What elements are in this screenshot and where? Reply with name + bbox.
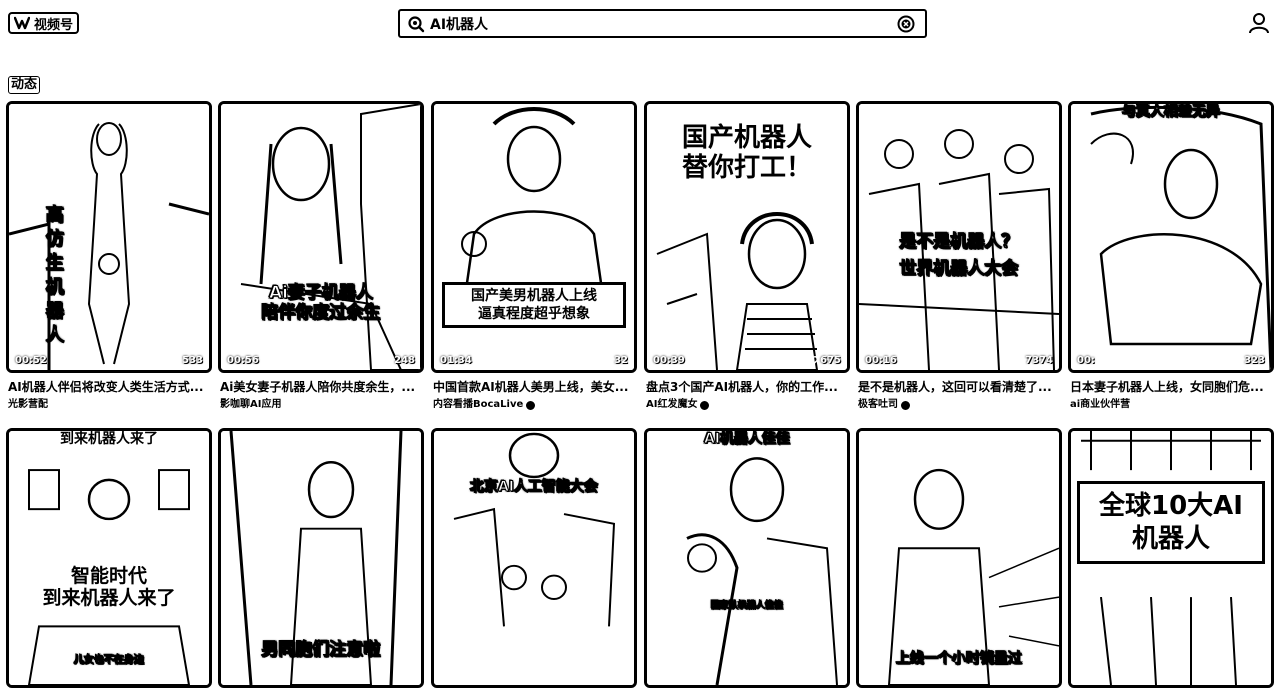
heart-icon xyxy=(382,356,393,365)
thumbnail-overlay-text: 上线一个小时销量过 xyxy=(896,650,1023,667)
video-duration: 00:39 xyxy=(653,355,685,366)
thumbnail-overlay-text: 北京AI人工智能大会 xyxy=(469,478,599,495)
video-duration: 00:52 xyxy=(15,355,47,366)
like-count-value: 248 xyxy=(394,355,415,366)
like-count: 7374 xyxy=(1013,355,1053,366)
heart-icon xyxy=(1232,356,1243,365)
section-label-dynamic: 动态 xyxy=(8,76,41,94)
like-count-value: 675 xyxy=(820,355,841,366)
video-duration: 00: xyxy=(1077,355,1095,366)
video-thumbnail[interactable]: 全球10大AI 机器人 xyxy=(1068,428,1274,688)
thumbnail-art xyxy=(221,104,421,370)
like-count-value: 32 xyxy=(614,355,628,366)
video-author[interactable]: 极客吐司 xyxy=(858,398,910,412)
video-thumbnail[interactable]: 男同胞们注意啦 xyxy=(218,428,424,688)
search-icon xyxy=(408,16,425,33)
video-thumbnail[interactable]: 上线一个小时销量过 xyxy=(856,428,1062,688)
video-title[interactable]: 中国首款AI机器人美男上线，美女... xyxy=(433,379,635,395)
like-count: 248 xyxy=(382,355,415,366)
verified-badge-icon xyxy=(526,400,536,410)
thumbnail-overlay-text: 智能时代 到来机器人来了 xyxy=(42,565,176,609)
like-count: 533 xyxy=(170,355,203,366)
thumbnail-overlay-text: 男同胞们注意啦 xyxy=(261,640,381,660)
thumbnail-art xyxy=(647,431,847,685)
video-title[interactable]: AI机器人伴侣将改变人类生活方式... xyxy=(8,379,210,395)
video-thumbnail[interactable]: 国产机器人 替你打工！ 00:39 675 xyxy=(644,101,850,373)
video-title[interactable]: 日本妻子机器人上线，女同胞们危... xyxy=(1070,379,1272,395)
user-profile-icon[interactable] xyxy=(1248,12,1270,34)
verified-badge-icon xyxy=(700,400,710,410)
thumbnail-top-text: 到来机器人来了 xyxy=(60,431,158,447)
like-count-value: 7374 xyxy=(1025,355,1053,366)
video-thumbnail[interactable]: Ai妻子机器人 陪伴你度过余生 00:56 248 xyxy=(218,101,424,373)
channels-logo[interactable]: 视频号 xyxy=(8,12,80,34)
channels-logo-icon xyxy=(14,16,30,30)
thumbnail-art xyxy=(434,104,634,370)
thumbnail-overlay-text: 国产美男机器人上线 逼真程度超乎想象 xyxy=(442,282,626,329)
author-name: AI红发魔女 xyxy=(646,399,698,410)
video-author[interactable]: ai商业伙伴营 xyxy=(1070,398,1130,412)
like-count: 675 xyxy=(808,355,841,366)
author-name: 极客吐司 xyxy=(858,399,898,410)
clear-search-icon[interactable] xyxy=(897,15,915,33)
search-bar[interactable]: AI机器人 xyxy=(398,9,927,38)
thumbnail-art xyxy=(859,431,1059,685)
video-thumbnail[interactable]: 北京AI人工智能大会 xyxy=(431,428,637,688)
video-author[interactable]: AI红发魔女 xyxy=(646,398,710,412)
thumbnail-overlay-text: Ai妻子机器人 陪伴你度过余生 xyxy=(261,283,381,323)
heart-icon xyxy=(602,356,613,365)
video-title[interactable]: 是不是机器人，这回可以看清楚了... xyxy=(858,379,1060,395)
video-thumbnail[interactable]: 是不是机器人？ 世界机器人大会 00:16 7374 xyxy=(856,101,1062,373)
video-thumbnail[interactable]: 与真人相差无异 00: 323 xyxy=(1068,101,1274,373)
heart-icon xyxy=(1013,356,1024,365)
heart-icon xyxy=(170,356,181,365)
video-author[interactable]: 内容看播BocaLive xyxy=(433,398,536,412)
verified-badge-icon xyxy=(901,400,910,410)
thumbnail-subtitle: 儿女也不在身边 xyxy=(74,655,145,667)
video-thumbnail[interactable]: 高仿生机器人 00:52 533 xyxy=(6,101,212,373)
video-duration: 01:34 xyxy=(440,355,472,366)
heart-icon xyxy=(808,356,819,365)
like-count: 32 xyxy=(602,355,628,366)
thumbnail-overlay-text: 与真人相差无异 xyxy=(1122,104,1221,121)
like-count-value: 323 xyxy=(1244,355,1265,366)
author-name: 内容看播BocaLive xyxy=(433,399,524,410)
video-author[interactable]: 光影营配 xyxy=(8,398,48,412)
video-thumbnail[interactable]: 国产美男机器人上线 逼真程度超乎想象 01:34 32 xyxy=(431,101,637,373)
video-duration: 00:56 xyxy=(227,355,259,366)
video-duration: 00:16 xyxy=(865,355,897,366)
thumbnail-overlay-text: 是不是机器人？ 世界机器人大会 xyxy=(899,231,1019,280)
thumbnail-art xyxy=(434,431,634,685)
video-thumbnail[interactable]: AI机器人佳佳 国家队机器人佳佳 xyxy=(644,428,850,688)
author-name: 光影营配 xyxy=(8,399,48,410)
like-count: 323 xyxy=(1232,355,1265,366)
top-bar: 视频号 AI机器人 xyxy=(0,0,1280,46)
video-title[interactable]: Ai美女妻子机器人陪你共度余生，... xyxy=(220,379,422,395)
video-thumbnail[interactable]: 到来机器人来了 智能时代 到来机器人来了 儿女也不在身边 xyxy=(6,428,212,688)
search-input[interactable]: AI机器人 xyxy=(430,14,890,34)
thumbnail-top-text: AI机器人佳佳 xyxy=(703,431,791,448)
thumbnail-overlay-text: 全球10大AI 机器人 xyxy=(1077,481,1265,564)
thumbnail-overlay-text: 高仿生机器人 xyxy=(46,205,65,347)
video-author[interactable]: 影咖聊AI应用 xyxy=(220,398,281,412)
thumbnail-subtitle: 国家队机器人佳佳 xyxy=(710,600,783,611)
thumbnail-art xyxy=(9,104,209,370)
thumbnail-art xyxy=(9,431,209,685)
thumbnail-overlay-text: 国产机器人 替你打工！ xyxy=(681,123,812,183)
like-count-value: 533 xyxy=(182,355,203,366)
thumbnail-art xyxy=(1071,104,1271,370)
video-title[interactable]: 盘点3个国产AI机器人，你的工作... xyxy=(646,379,848,395)
logo-text: 视频号 xyxy=(34,17,74,33)
author-name: ai商业伙伴营 xyxy=(1070,399,1131,410)
author-name: 影咖聊AI应用 xyxy=(220,399,282,410)
